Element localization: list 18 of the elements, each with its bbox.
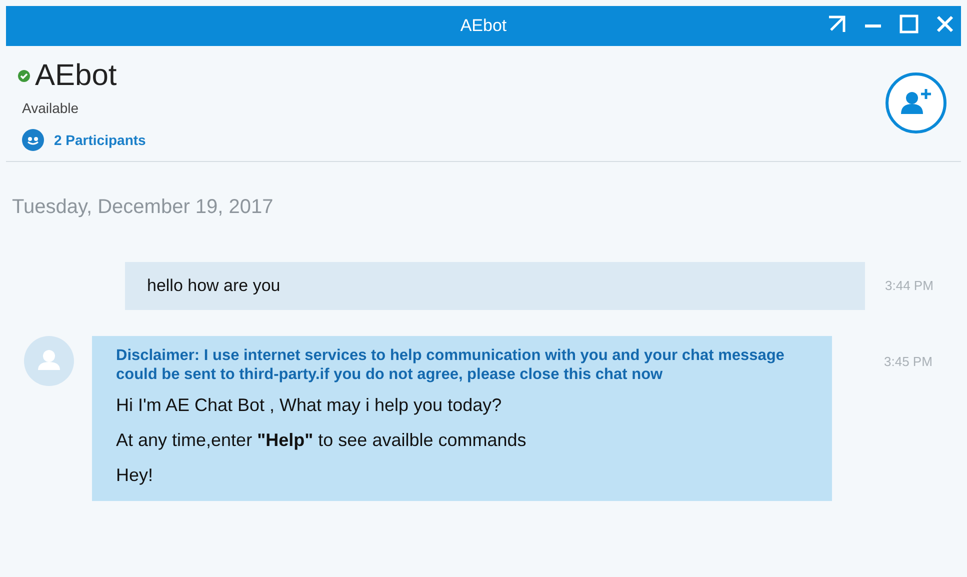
message-text: At any time,enter "Help" to see availble commands <box>116 428 528 452</box>
disclaimer-text: Disclaimer: I use internet services to help communication with you and your chat message could be sent to third-party.if you do not agree, please close this chat now <box>116 346 786 384</box>
avatar-icon <box>24 336 74 386</box>
message-text: hello how are you <box>147 275 282 297</box>
close-icon[interactable] <box>935 14 955 34</box>
contact-name: AEbot <box>35 58 117 94</box>
add-person-icon[interactable] <box>885 72 947 134</box>
pop-out-icon[interactable] <box>827 14 847 34</box>
date-label: Tuesday, December 19, 2017 <box>12 195 274 220</box>
window-title: AEbot <box>460 15 507 38</box>
message-text: Hi I'm AE Chat Bot , What may i help you today? <box>116 394 503 417</box>
contact-status: Available <box>22 99 80 118</box>
participants-icon <box>22 129 44 151</box>
message-time: 3:44 PM <box>885 277 934 295</box>
participants-link[interactable]: 2 Participants <box>22 129 146 151</box>
message-text: Hey! <box>116 464 154 487</box>
message-time: 3:45 PM <box>884 352 932 370</box>
maximize-icon[interactable] <box>899 14 919 34</box>
